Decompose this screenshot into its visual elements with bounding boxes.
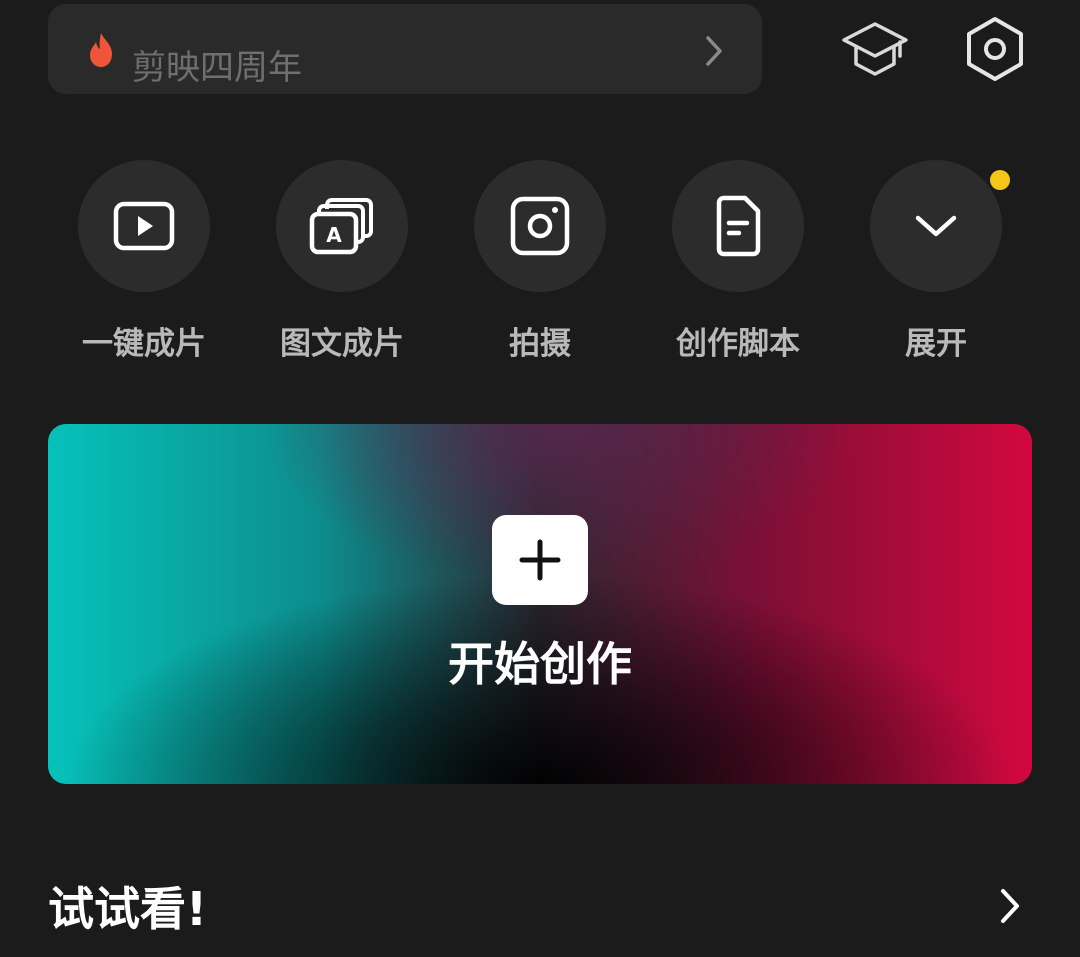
action-script[interactable]: 创作脚本 <box>638 160 838 380</box>
action-circle <box>474 160 606 292</box>
action-circle <box>672 160 804 292</box>
action-circle <box>78 160 210 292</box>
play-video-icon <box>113 201 175 251</box>
action-one-click-video[interactable]: 一键成片 <box>44 160 244 380</box>
plus-button <box>492 515 588 605</box>
flame-icon <box>90 33 112 67</box>
chevron-down-icon <box>915 215 957 237</box>
section-title: 试试看! <box>48 882 207 936</box>
action-circle <box>870 160 1002 292</box>
camera-icon <box>510 196 570 256</box>
action-circle: A <box>276 160 408 292</box>
action-expand[interactable]: 展开 <box>836 160 1036 380</box>
svg-text:A: A <box>326 223 342 247</box>
graduation-cap-icon[interactable] <box>840 14 910 84</box>
action-camera[interactable]: 拍摄 <box>440 160 640 380</box>
action-label: 图文成片 <box>280 326 404 362</box>
search-placeholder: 剪映四周年 <box>132 48 302 88</box>
start-creating-label: 开始创作 <box>448 637 632 691</box>
text-to-video-icon: A <box>309 198 373 255</box>
start-creating-card[interactable]: 开始创作 <box>48 424 1032 784</box>
plus-icon <box>519 539 561 581</box>
action-label: 拍摄 <box>509 326 571 362</box>
action-label: 一键成片 <box>82 326 206 362</box>
action-label: 创作脚本 <box>676 326 800 362</box>
chevron-right-icon[interactable] <box>996 886 1024 926</box>
notification-badge <box>990 170 1010 190</box>
chevron-right-icon <box>706 36 722 66</box>
action-label: 展开 <box>905 326 967 362</box>
settings-hexagon-icon[interactable] <box>960 14 1030 84</box>
search-bar[interactable]: 剪映四周年 <box>48 4 762 94</box>
action-text-to-video[interactable]: A 图文成片 <box>242 160 442 380</box>
script-document-icon <box>716 195 761 257</box>
